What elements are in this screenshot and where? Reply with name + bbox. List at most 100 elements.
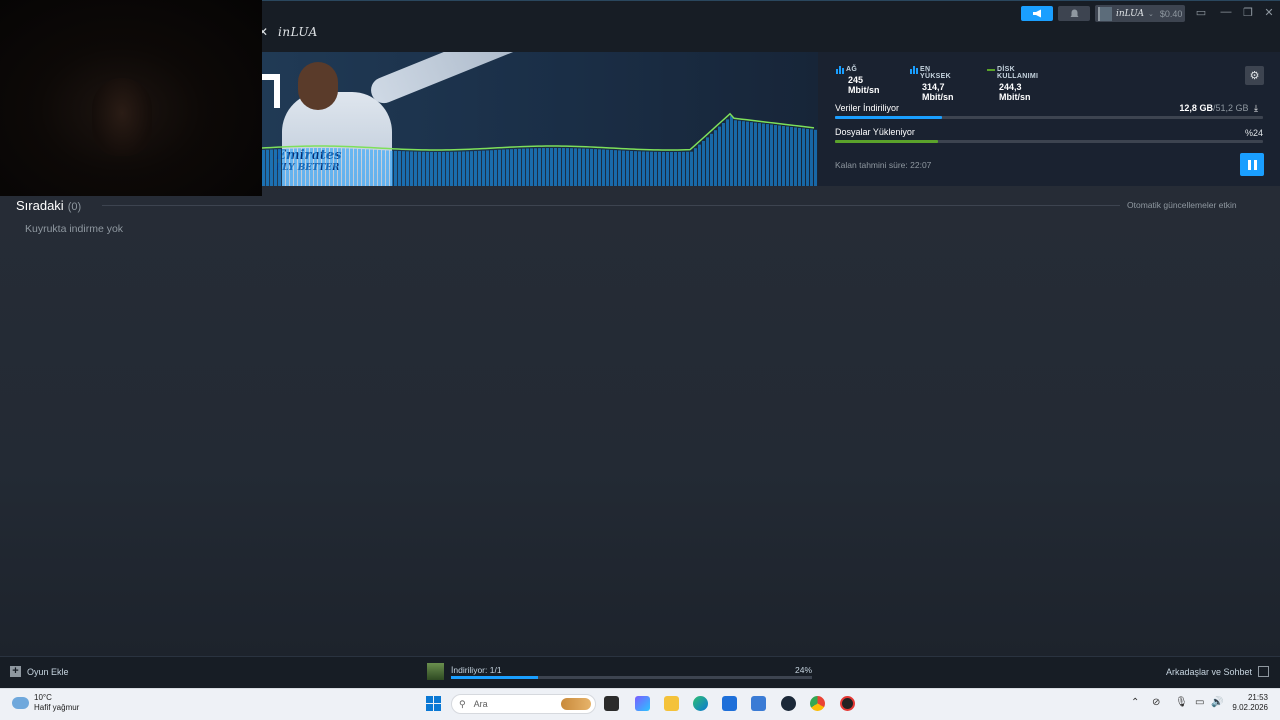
recorder-icon[interactable] xyxy=(840,696,855,711)
graph-bar xyxy=(670,151,673,186)
graph-bar xyxy=(426,151,429,186)
edge-icon[interactable] xyxy=(693,696,708,711)
eta-text: Kalan tahmini süre: 22:07 xyxy=(835,160,932,170)
copilot-icon[interactable] xyxy=(635,696,650,711)
graph-bar xyxy=(434,151,437,186)
download-settings-button[interactable]: ⚙ xyxy=(1245,66,1264,85)
graph-bar xyxy=(582,148,585,186)
graph-bar xyxy=(666,151,669,186)
plus-icon: + xyxy=(10,666,21,677)
window-close-icon[interactable]: ✕ xyxy=(1262,6,1276,19)
graph-bar xyxy=(302,148,305,186)
graph-bar xyxy=(810,129,813,186)
graph-bar xyxy=(298,148,301,186)
task-view-icon[interactable] xyxy=(604,696,619,711)
maximize-icon[interactable]: ❐ xyxy=(1241,6,1255,19)
graph-bar xyxy=(390,150,393,186)
account-menu[interactable]: inLUA ⌄ $0.40 xyxy=(1095,5,1185,22)
search-highlight-image xyxy=(561,698,591,710)
network-off-icon[interactable]: ⊘ xyxy=(1152,697,1160,708)
status-progress-track xyxy=(451,676,812,679)
weather-widget[interactable]: 10°C Hafif yağmur xyxy=(12,693,79,713)
graph-bar xyxy=(366,149,369,186)
graph-bar xyxy=(478,150,481,186)
graph-bar xyxy=(586,148,589,186)
graph-bar xyxy=(410,151,413,186)
friends-chat-button[interactable]: Arkadaşlar ve Sohbet xyxy=(1166,666,1269,677)
graph-bar xyxy=(474,151,477,186)
stat-peak: EN YÜKSEK 314,7 Mbit/sn xyxy=(909,66,954,102)
store-icon[interactable] xyxy=(722,696,737,711)
graph-bar xyxy=(378,149,381,186)
file-explorer-icon[interactable] xyxy=(664,696,679,711)
graph-bar xyxy=(310,148,313,186)
pause-icon xyxy=(1247,159,1251,170)
graph-bar xyxy=(278,149,281,186)
stat-network: AĞ 245 Mbit/sn xyxy=(835,66,880,95)
chrome-icon[interactable] xyxy=(810,696,825,711)
graph-bar xyxy=(706,137,709,186)
graph-bar xyxy=(814,129,817,186)
add-game-label: Oyun Ekle xyxy=(27,666,69,677)
graph-bar xyxy=(654,151,657,186)
game-thumbnail[interactable] xyxy=(427,663,444,680)
graph-bar xyxy=(402,151,405,186)
auto-updates-status[interactable]: Otomatik güncellemeler etkin xyxy=(1127,200,1237,210)
graph-bar xyxy=(562,148,565,186)
graph-bar xyxy=(454,151,457,186)
queue-count: (0) xyxy=(67,201,82,213)
graph-bar xyxy=(730,115,733,186)
graph-bar xyxy=(710,133,713,186)
chevron-up-icon[interactable]: ⌃ xyxy=(1131,697,1139,708)
graph-bar xyxy=(362,149,365,186)
graph-bar xyxy=(682,151,685,186)
add-game-button[interactable]: + Oyun Ekle xyxy=(10,666,69,677)
volume-icon[interactable]: 🔊 xyxy=(1211,697,1223,708)
graph-bar xyxy=(446,151,449,186)
graph-bar xyxy=(322,148,325,186)
graph-bar xyxy=(754,122,757,186)
pause-button[interactable] xyxy=(1240,153,1264,176)
graph-bar xyxy=(394,150,397,186)
graph-bar xyxy=(414,151,417,186)
download-status[interactable]: İndiriliyor: 1/1 xyxy=(451,665,502,675)
graph-bar xyxy=(326,148,329,186)
outlook-icon[interactable] xyxy=(751,696,766,711)
taskbar-search[interactable]: ⚲ Ara xyxy=(451,694,596,714)
graph-bar xyxy=(550,148,553,186)
gear-icon: ⚙ xyxy=(1249,70,1260,82)
graph-bar xyxy=(750,122,753,186)
graph-bar xyxy=(386,150,389,186)
stat-label: DİSK KULLANIMI xyxy=(997,66,1039,80)
graph-bar xyxy=(758,123,761,186)
graph-bar xyxy=(742,121,745,186)
graph-bar xyxy=(770,124,773,186)
graph-bar xyxy=(802,128,805,186)
clock[interactable]: 21:53 9.02.2026 xyxy=(1232,693,1268,713)
graph-bar xyxy=(698,144,701,186)
announcements-button[interactable] xyxy=(1021,6,1053,21)
start-button[interactable] xyxy=(426,696,441,711)
graph-bar xyxy=(766,124,769,186)
graph-bar xyxy=(382,150,385,186)
graph-bar xyxy=(442,151,445,186)
graph-bar xyxy=(494,150,497,186)
big-picture-icon[interactable]: ▭ xyxy=(1194,6,1208,19)
graph-bar xyxy=(466,151,469,186)
display-icon[interactable]: ▭ xyxy=(1195,697,1204,708)
minimize-icon[interactable]: — xyxy=(1219,6,1233,18)
graph-bar xyxy=(346,148,349,186)
graph-bar xyxy=(334,148,337,186)
microphone-icon[interactable]: 🎙 xyxy=(1175,697,1188,708)
graph-bar xyxy=(662,151,665,186)
steam-icon[interactable] xyxy=(781,696,796,711)
graph-bar xyxy=(262,150,265,186)
graph-bar xyxy=(794,127,797,186)
graph-bar xyxy=(650,151,653,186)
graph-bar xyxy=(642,151,645,186)
graph-bar xyxy=(510,149,513,186)
graph-bar xyxy=(314,148,317,186)
notifications-button[interactable] xyxy=(1058,6,1090,21)
graph-bar xyxy=(774,125,777,186)
download-progress-fill xyxy=(835,116,942,119)
